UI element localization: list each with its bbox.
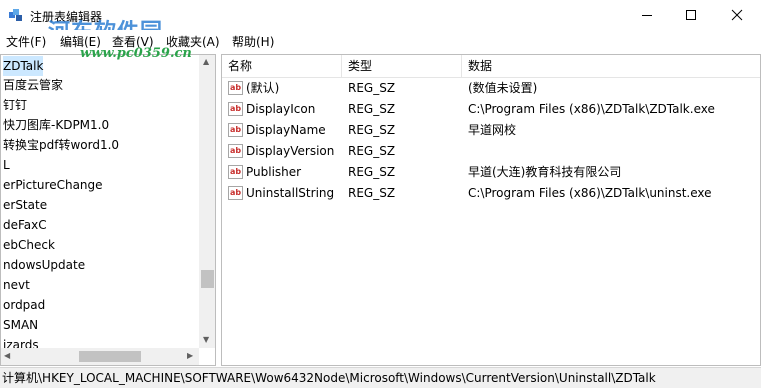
scroll-up-icon[interactable]: ▲ bbox=[203, 57, 209, 66]
column-header-data[interactable]: 数据 bbox=[462, 55, 760, 77]
value-row[interactable]: ab DisplayIcon REG_SZ C:\Program Files (… bbox=[222, 99, 760, 120]
string-value-icon: ab bbox=[228, 144, 243, 158]
scroll-right-icon[interactable]: ▶ bbox=[187, 351, 193, 360]
value-data: C:\Program Files (x86)\ZDTalk\uninst.exe bbox=[468, 186, 712, 200]
tree-item[interactable]: deFaxC bbox=[3, 215, 47, 235]
tree-item[interactable]: 快刀图库-KDPM1.0 bbox=[3, 115, 109, 135]
menu-file[interactable]: 文件(F) bbox=[6, 33, 46, 50]
horizontal-scroll-thumb[interactable] bbox=[79, 351, 141, 362]
tree-item[interactable]: 转换宝pdf转word1.0 bbox=[3, 135, 119, 155]
maximize-button[interactable] bbox=[668, 0, 714, 30]
tree-item-zdtalk[interactable]: ZDTalk bbox=[3, 56, 44, 76]
tree-item[interactable]: nevt bbox=[3, 275, 30, 295]
menu-help[interactable]: 帮助(H) bbox=[232, 33, 274, 50]
string-value-icon: ab bbox=[228, 165, 243, 179]
value-data: 早道网校 bbox=[468, 123, 517, 137]
string-value-icon: ab bbox=[228, 81, 243, 95]
value-name: (默认) bbox=[246, 81, 280, 95]
value-name: UninstallString bbox=[246, 186, 335, 200]
column-header-type[interactable]: 类型 bbox=[342, 55, 462, 77]
tree-item[interactable]: ebCheck bbox=[3, 235, 55, 255]
tree-item[interactable]: L bbox=[3, 155, 10, 175]
vertical-scroll-thumb[interactable] bbox=[201, 270, 214, 288]
tree-vertical-scrollbar[interactable]: ▲ ▼ bbox=[199, 55, 215, 348]
value-name: Publisher bbox=[246, 165, 302, 179]
tree-item[interactable]: 百度云管家 bbox=[3, 75, 63, 95]
column-header-name[interactable]: 名称 bbox=[222, 55, 342, 77]
value-type: REG_SZ bbox=[348, 165, 396, 179]
value-row[interactable]: ab DisplayVersion REG_SZ bbox=[222, 141, 760, 162]
tree-item[interactable]: SMAN bbox=[3, 315, 38, 335]
status-bar-path: 计算机\HKEY_LOCAL_MACHINE\SOFTWARE\Wow6432N… bbox=[0, 367, 761, 388]
value-data: 早道(大连)教育科技有限公司 bbox=[468, 165, 622, 179]
tree-horizontal-scrollbar[interactable]: ◀ ▶ bbox=[1, 348, 199, 365]
title-bar: 注册表编辑器 河东软件园 bbox=[0, 0, 761, 45]
value-name: DisplayVersion bbox=[246, 144, 335, 158]
tree-item[interactable]: 钉钉 bbox=[3, 95, 27, 115]
value-row[interactable]: ab DisplayName REG_SZ 早道网校 bbox=[222, 120, 760, 141]
value-row[interactable]: ab (默认) REG_SZ (数值未设置) bbox=[222, 78, 760, 99]
tree-item[interactable]: erPictureChange bbox=[3, 175, 103, 195]
regedit-icon bbox=[9, 9, 22, 21]
tree-item[interactable]: ndowsUpdate bbox=[3, 255, 85, 275]
value-row[interactable]: ab Publisher REG_SZ 早道(大连)教育科技有限公司 bbox=[222, 162, 760, 183]
value-row[interactable]: ab UninstallString REG_SZ C:\Program Fil… bbox=[222, 183, 760, 204]
registry-tree[interactable]: ZDTalk 百度云管家 钉钉 快刀图库-KDPM1.0 转换宝pdf转word… bbox=[0, 54, 216, 366]
value-type: REG_SZ bbox=[348, 102, 396, 116]
value-type: REG_SZ bbox=[348, 186, 396, 200]
minimize-button[interactable] bbox=[624, 0, 670, 30]
value-name: DisplayIcon bbox=[246, 102, 316, 116]
minimize-icon bbox=[642, 15, 652, 16]
value-data: (数值未设置) bbox=[468, 81, 538, 95]
value-type: REG_SZ bbox=[348, 123, 396, 137]
string-value-icon: ab bbox=[228, 186, 243, 200]
value-type: REG_SZ bbox=[348, 81, 396, 95]
scroll-left-icon[interactable]: ◀ bbox=[4, 351, 10, 360]
string-value-icon: ab bbox=[228, 102, 243, 116]
value-type: REG_SZ bbox=[348, 144, 396, 158]
string-value-icon: ab bbox=[228, 123, 243, 137]
close-icon bbox=[731, 9, 743, 21]
maximize-icon bbox=[686, 10, 696, 20]
scroll-down-icon[interactable]: ▼ bbox=[203, 335, 209, 344]
value-name: DisplayName bbox=[246, 123, 326, 137]
value-data: C:\Program Files (x86)\ZDTalk\ZDTalk.exe bbox=[468, 102, 715, 116]
watermark-url: www.pc0359.cn bbox=[80, 46, 192, 61]
close-button[interactable] bbox=[714, 0, 760, 30]
tree-item[interactable]: ordpad bbox=[3, 295, 45, 315]
value-list[interactable]: 名称 类型 数据 ab (默认) REG_SZ (数值未设置) ab Displ… bbox=[221, 54, 761, 366]
tree-item[interactable]: erState bbox=[3, 195, 47, 215]
